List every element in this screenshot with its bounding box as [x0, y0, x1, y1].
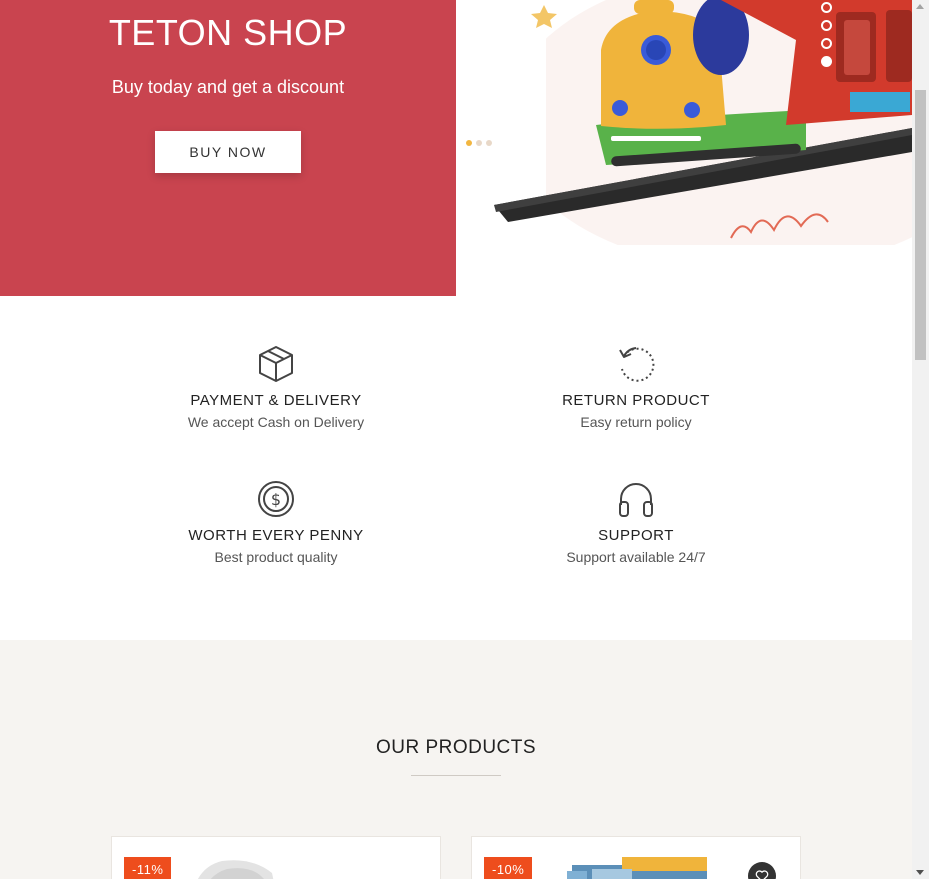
products-section: OUR PRODUCTS -11% -10%	[0, 640, 912, 879]
page: TETON SHOP Buy today and get a discount …	[0, 0, 912, 879]
hero-vertical-pager	[821, 2, 832, 67]
vpager-dot-2[interactable]	[821, 20, 832, 31]
return-icon	[619, 347, 655, 382]
buy-now-button[interactable]: BUY NOW	[155, 131, 301, 173]
vpager-dot-1[interactable]	[821, 2, 832, 13]
feature-text: Easy return policy	[580, 414, 692, 430]
vpager-dot-3[interactable]	[821, 38, 832, 49]
feature-return-product: RETURN PRODUCT Easy return policy	[486, 344, 786, 430]
headphones-icon	[619, 483, 653, 517]
hero-promo-panel: TETON SHOP Buy today and get a discount …	[0, 0, 456, 296]
features-section: PAYMENT & DELIVERY We accept Cash on Del…	[0, 296, 912, 640]
toy-train-image	[456, 0, 912, 245]
product-card[interactable]: -11%	[111, 836, 441, 879]
section-title: OUR PRODUCTS	[375, 737, 537, 758]
feature-worth-every-penny: $ WORTH EVERY PENNY Best product quality	[126, 479, 426, 565]
feature-payment-delivery: PAYMENT & DELIVERY We accept Cash on Del…	[126, 344, 426, 430]
vertical-scrollbar[interactable]	[912, 0, 929, 879]
heart-icon	[755, 870, 769, 879]
discount-badge: -11%	[124, 857, 172, 879]
hero-banner: TETON SHOP Buy today and get a discount …	[0, 0, 912, 296]
slide-dot-2[interactable]	[476, 140, 482, 146]
box-icon	[259, 346, 293, 382]
product-image	[198, 860, 274, 879]
slide-dot-3[interactable]	[486, 140, 492, 146]
scroll-up-arrow-icon[interactable]	[916, 4, 924, 9]
vpager-dot-4[interactable]	[821, 56, 832, 67]
feature-text: Best product quality	[214, 549, 338, 565]
wishlist-button[interactable]	[748, 862, 776, 879]
scroll-thumb[interactable]	[915, 90, 926, 360]
slide-dot-1[interactable]	[466, 140, 472, 146]
feature-title: PAYMENT & DELIVERY	[190, 392, 362, 409]
feature-text: Support available 24/7	[566, 549, 706, 565]
discount-badge: -10%	[484, 857, 533, 879]
product-card[interactable]: -10%	[471, 836, 801, 879]
product-image	[567, 857, 707, 879]
feature-support: SUPPORT Support available 24/7	[486, 479, 786, 565]
feature-title: WORTH EVERY PENNY	[188, 527, 364, 544]
svg-text:$: $	[271, 490, 281, 509]
feature-text: We accept Cash on Delivery	[187, 414, 365, 430]
hero-subtitle: Buy today and get a discount	[111, 77, 345, 97]
section-divider	[411, 775, 501, 776]
scroll-down-arrow-icon[interactable]	[916, 870, 924, 875]
feature-title: RETURN PRODUCT	[562, 392, 710, 409]
hero-title: TETON SHOP	[108, 12, 348, 53]
dollar-coin-icon: $	[258, 481, 294, 517]
hero-slide-dots	[466, 140, 492, 146]
hero-image-panel	[456, 0, 912, 245]
feature-title: SUPPORT	[598, 527, 674, 544]
